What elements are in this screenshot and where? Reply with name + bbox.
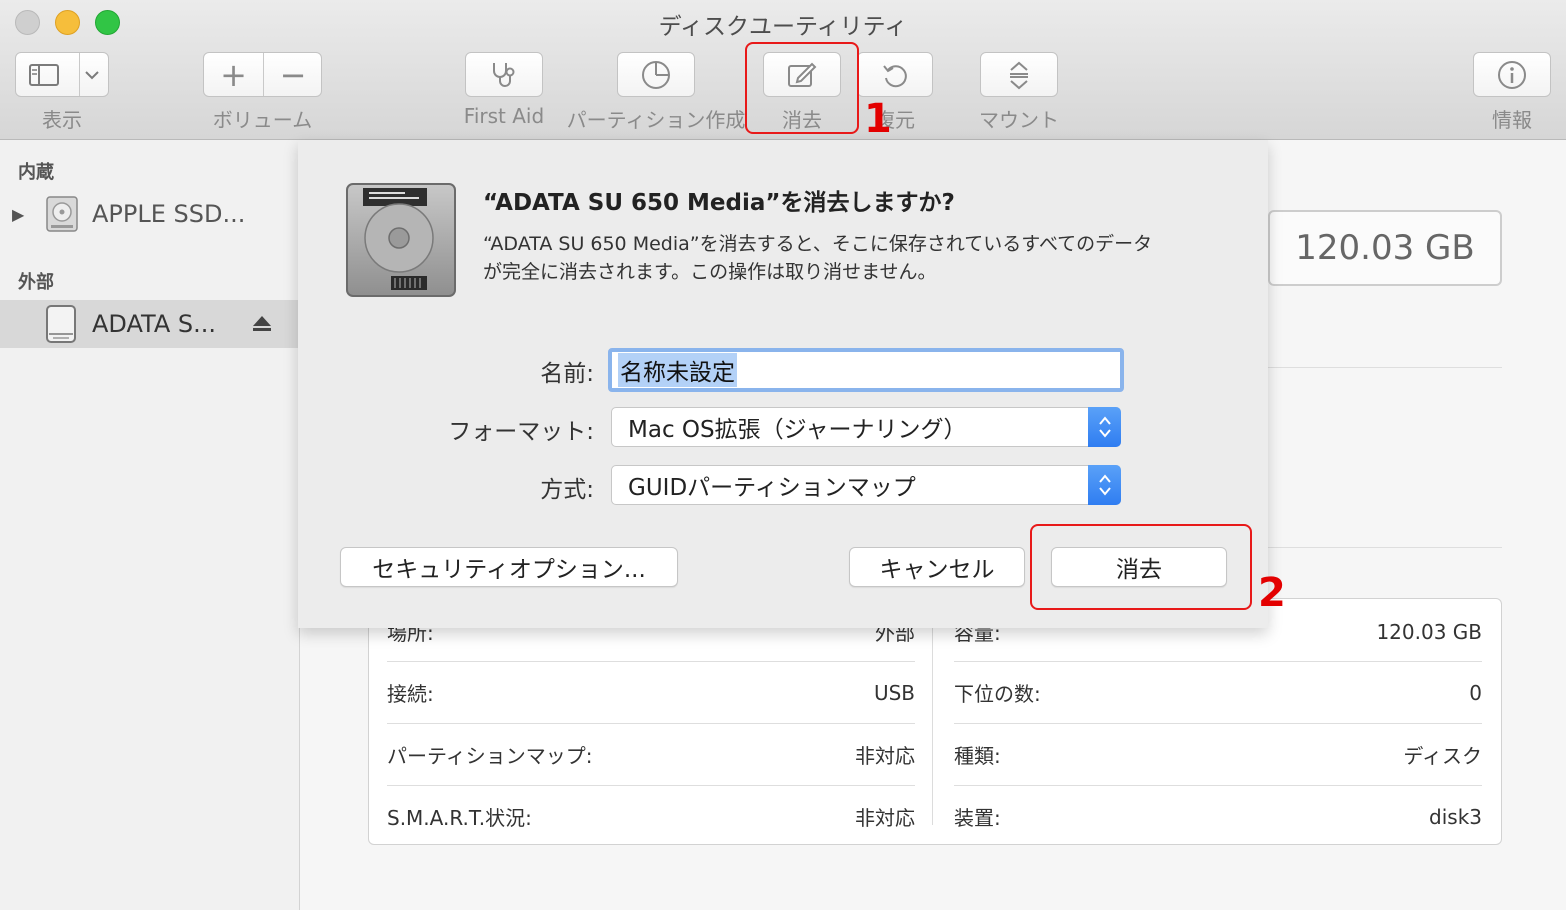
restore-arrow-icon xyxy=(883,64,907,87)
restore-button[interactable] xyxy=(857,52,933,97)
info-label: パーティションマップ: xyxy=(387,744,593,768)
info-value: ディスク xyxy=(1403,744,1482,768)
format-select[interactable]: Mac OS拡張（ジャーナリング） xyxy=(611,407,1121,447)
info-label: 装置: xyxy=(954,806,1001,830)
window-title: ディスクユーティリティ xyxy=(658,14,908,40)
dialog-message-line: が完全に消去されます。この操作は取り消せません。 xyxy=(483,261,937,283)
sidebar-icon xyxy=(29,64,59,86)
sidebar-header-external: 外部 xyxy=(18,272,54,293)
first-aid-button[interactable] xyxy=(465,52,543,97)
name-input-value: 名称未設定 xyxy=(618,353,737,387)
info-row-device: 装置: disk3 xyxy=(954,786,1482,847)
first-aid-label: First Aid xyxy=(463,104,545,128)
info-label: 情報 xyxy=(1492,108,1532,132)
sidebar: 内蔵 ▶ APPLE SSD... 外部 ADATA S... xyxy=(0,140,300,910)
stethoscope-icon xyxy=(493,62,515,87)
chevron-down-icon xyxy=(85,71,99,80)
up-down-arrows-icon xyxy=(1088,465,1121,505)
scheme-label: 方式: xyxy=(540,477,594,503)
sidebar-item-adata[interactable]: ADATA S... xyxy=(0,300,298,348)
info-icon xyxy=(1498,60,1526,89)
volume-label: ボリューム xyxy=(212,108,313,132)
mount-icon xyxy=(1010,61,1028,89)
dialog-message-line: “ADATA SU 650 Media”を消去すると、そこに保存されているすべて… xyxy=(483,233,1153,255)
info-row-child-count: 下位の数: 0 xyxy=(954,662,1482,723)
name-input[interactable]: 名称未設定 xyxy=(608,348,1124,392)
name-label: 名前: xyxy=(540,361,594,387)
format-label: フォーマット: xyxy=(448,419,594,445)
disk-utility-window: ディスクユーティリティ 表示 + − ボリューム First Aid パーティシ… xyxy=(0,0,1566,910)
info-value: 非対応 xyxy=(855,744,915,768)
info-value: USB xyxy=(873,680,915,705)
annotation-step-2: 2 xyxy=(1258,570,1286,616)
info-label: 下位の数: xyxy=(954,682,1041,706)
hard-drive-icon xyxy=(346,183,456,297)
security-options-button[interactable]: セキュリティオプション... xyxy=(340,547,678,587)
info-label: S.M.A.R.T.状況: xyxy=(387,806,532,830)
cancel-button[interactable]: キャンセル xyxy=(849,547,1025,587)
remove-volume-button[interactable]: − xyxy=(264,53,322,96)
highlight-box-erase-toolbar xyxy=(745,42,859,134)
detail-separator xyxy=(1268,547,1502,548)
column-divider xyxy=(932,613,933,825)
capacity-display: 120.03 GB xyxy=(1268,210,1502,286)
info-button[interactable] xyxy=(1473,52,1551,97)
highlight-box-erase-confirm xyxy=(1030,524,1252,610)
scheme-select-value: GUIDパーティションマップ xyxy=(628,475,916,501)
sidebar-item-label: APPLE SSD... xyxy=(92,200,246,228)
info-label: 接続: xyxy=(387,682,434,706)
mount-button[interactable] xyxy=(980,52,1058,97)
partition-button[interactable] xyxy=(617,52,695,97)
disclosure-triangle-icon[interactable]: ▶ xyxy=(12,205,24,224)
sidebar-item-apple-ssd[interactable]: ▶ APPLE SSD... xyxy=(0,190,298,238)
info-value: disk3 xyxy=(1429,804,1482,829)
partition-label: パーティション作成 xyxy=(566,108,746,132)
external-disk-icon xyxy=(46,305,76,343)
mount-label: マウント xyxy=(979,108,1059,132)
info-label: 種類: xyxy=(954,744,1001,768)
internal-disk-icon xyxy=(46,196,78,232)
view-label: 表示 xyxy=(42,108,82,132)
dialog-title: “ADATA SU 650 Media”を消去しますか? xyxy=(483,190,955,216)
scheme-select[interactable]: GUIDパーティションマップ xyxy=(611,465,1121,505)
disk-info-table: 場所: 外部 接続: USB パーティションマップ: 非対応 S.M.A.R.T… xyxy=(368,598,1502,845)
info-row-type: 種類: ディスク xyxy=(954,724,1482,785)
info-value: 0 xyxy=(1469,680,1482,705)
dialog-message: “ADATA SU 650 Media”を消去すると、そこに保存されているすべて… xyxy=(483,230,1243,286)
volume-segmented-control: + − xyxy=(203,52,322,97)
pie-partition-icon xyxy=(642,60,670,89)
detail-separator xyxy=(1268,367,1502,368)
sidebar-header-internal: 内蔵 xyxy=(18,162,54,183)
annotation-step-1: 1 xyxy=(864,96,892,142)
info-value: 非対応 xyxy=(855,806,915,830)
info-row-connection: 接続: USB xyxy=(387,662,915,723)
view-button[interactable] xyxy=(15,52,109,97)
info-row-smart: S.M.A.R.T.状況: 非対応 xyxy=(387,786,915,847)
format-select-value: Mac OS拡張（ジャーナリング） xyxy=(628,417,967,443)
up-down-arrows-icon xyxy=(1088,407,1121,447)
add-volume-button[interactable]: + xyxy=(204,53,263,96)
info-value: 120.03 GB xyxy=(1376,619,1482,644)
eject-icon[interactable] xyxy=(252,315,272,333)
sidebar-item-label: ADATA S... xyxy=(92,310,216,338)
info-row-partition-map: パーティションマップ: 非対応 xyxy=(387,724,915,785)
